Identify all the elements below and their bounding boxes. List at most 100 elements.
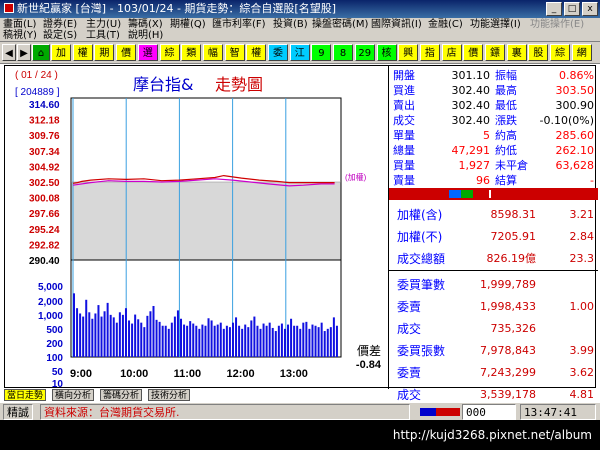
toolbar-button[interactable]: 類 (181, 44, 202, 61)
volume-bar (308, 328, 311, 357)
toolbar-button[interactable]: 9 (311, 44, 332, 61)
toolbar-button[interactable]: 綜 (550, 44, 571, 61)
volume-bar (280, 323, 283, 357)
summary-value: 7,978,843 (480, 344, 536, 357)
minimize-button[interactable]: _ (546, 2, 562, 16)
tab-intraday[interactable]: 當日走勢 (4, 389, 47, 401)
toolbar-button[interactable]: 裏 (506, 44, 527, 61)
menu-item[interactable]: 期權(Q) (170, 19, 206, 30)
volume-bar (335, 325, 338, 357)
toolbar-button[interactable]: 幅 (202, 44, 223, 61)
time-tick-label: 10:00 (120, 368, 148, 380)
toolbar-button[interactable]: 店 (441, 44, 462, 61)
price-tick-label: 290.40 (29, 256, 60, 267)
maximize-button[interactable]: □ (564, 2, 580, 16)
tab-cross-analysis[interactable]: 橫向分析 (52, 389, 95, 401)
volume-tick-label: 200 (46, 339, 63, 350)
volume-bar (76, 308, 79, 357)
summary-change: 2.84 (569, 230, 595, 243)
toolbar-button[interactable]: 興 (398, 44, 419, 61)
summary-row: 委買筆數 1,999,789 (389, 274, 598, 296)
volume-tick-label: 100 (46, 353, 63, 364)
quote-value: 262.10 (555, 144, 595, 157)
arrow-left-icon[interactable]: ◀ (2, 44, 16, 61)
toolbar-button[interactable]: 綜 (159, 44, 180, 61)
time-tick-label: 9:00 (70, 368, 92, 380)
trend-chart-svg: 314.60 312.18 309.76 307.34 304.92 302.50 300.… (15, 70, 382, 389)
volume-bar (201, 324, 204, 357)
summary-label: 成交 (397, 322, 422, 336)
toolbar-button[interactable]: 期 (94, 44, 115, 61)
summary-row: 委買張數 7,978,843 3.99 (389, 340, 598, 362)
volume-bar (137, 319, 140, 357)
toolbar-button[interactable]: 29 (354, 44, 375, 61)
volume-bar (143, 327, 146, 357)
menu-item[interactable]: 證券(E) (43, 19, 77, 30)
summary-value: 7205.91 (490, 230, 537, 243)
menu-item[interactable]: 操盤密碼(M) (312, 19, 368, 30)
menu-item[interactable]: 說明(H) (128, 30, 163, 41)
menu-item[interactable]: 稿視(Y) (3, 30, 37, 41)
quote-value: - (590, 174, 594, 187)
quote-row: 開盤 301.10 振幅 0.86% (389, 68, 598, 83)
menu-item[interactable]: 功能選擇(I) (470, 19, 521, 30)
volume-bar (317, 327, 320, 357)
menu-item[interactable]: 金融(C) (428, 19, 463, 30)
toolbar-button[interactable]: 8 (333, 44, 354, 61)
arrow-right-icon[interactable]: ▶ (17, 44, 31, 61)
data-source: 資料來源：台灣期貨交易所. (40, 404, 410, 420)
volume-bar (241, 328, 244, 357)
toolbar-button[interactable]: 網 (571, 44, 592, 61)
toolbar-button[interactable]: 價 (116, 44, 137, 61)
menu-item[interactable]: 設定(S) (43, 30, 77, 41)
toolbar-button[interactable]: 江 (289, 44, 310, 61)
tab-technical-analysis[interactable]: 技術分析 (148, 389, 191, 401)
toolbar-button[interactable]: 委 (268, 44, 288, 61)
toolbar-button[interactable]: 指 (419, 44, 440, 61)
status-bar: 精誠 資料來源：台灣期貨交易所. 000 13:47:41 (0, 402, 600, 420)
toolbar-button[interactable]: 價 (463, 44, 484, 61)
toolbar-button[interactable]: 智 (224, 44, 245, 61)
menu-item[interactable]: 籌碼(X) (128, 19, 163, 30)
window-title: 新世紀贏家 [台灣] - 103/01/24 - 期貨走勢：綜合自選股[名望股] (17, 2, 336, 15)
menu-item[interactable]: 畫面(L) (3, 19, 36, 30)
toolbar-button[interactable]: 權 (72, 44, 93, 61)
price-tick-label: 297.66 (29, 209, 60, 220)
menu-item[interactable]: 主力(U) (86, 19, 121, 30)
toolbar-button[interactable]: 加 (51, 44, 71, 61)
toolbar-button[interactable]: 權 (246, 44, 267, 61)
quote-label: 漲跌 (495, 114, 517, 127)
menu-item[interactable]: 投資(B) (273, 19, 308, 30)
close-button[interactable]: x (582, 2, 598, 16)
volume-bar (134, 314, 137, 357)
toolbar-button[interactable]: 核 (376, 44, 397, 61)
quote-label: 最高 (495, 84, 517, 97)
menu-item[interactable]: 工具(T) (86, 30, 120, 41)
quote-label: 總量 (393, 144, 415, 157)
total-volume: [ 204889 ] (15, 87, 60, 98)
volume-bar (121, 314, 124, 357)
bid-ask-bar (389, 188, 598, 200)
code-input[interactable]: 000 (462, 404, 516, 420)
volume-bar (210, 320, 213, 357)
price-tick-label: 312.18 (29, 116, 60, 127)
toolbar-button[interactable]: 股 (528, 44, 549, 61)
volume-bar (231, 322, 234, 357)
menu-item[interactable]: 匯市利率(F) (212, 19, 266, 30)
home-icon[interactable]: ⌂ (32, 44, 50, 61)
menu-item[interactable]: 功能操作(E) (530, 19, 584, 30)
volume-bar (192, 323, 195, 357)
volume-bar (244, 324, 247, 357)
summary-row: 加權(含) 8598.31 3.21 (389, 204, 598, 226)
volume-tick-label: 5,000 (38, 282, 63, 293)
toolbar-button[interactable]: 鏢 (485, 44, 505, 61)
menu-item[interactable]: 國際資訊(I) (371, 19, 422, 30)
summary-row: 成交 735,326 (389, 318, 598, 340)
toolbar-button[interactable]: 選 (137, 44, 158, 61)
price-tick-label: 304.92 (29, 162, 60, 173)
volume-bar (158, 321, 161, 357)
volume-bar (204, 325, 207, 357)
volume-bar (268, 322, 271, 357)
tab-chip-analysis[interactable]: 籌碼分析 (100, 389, 143, 401)
volume-bar (222, 328, 225, 357)
